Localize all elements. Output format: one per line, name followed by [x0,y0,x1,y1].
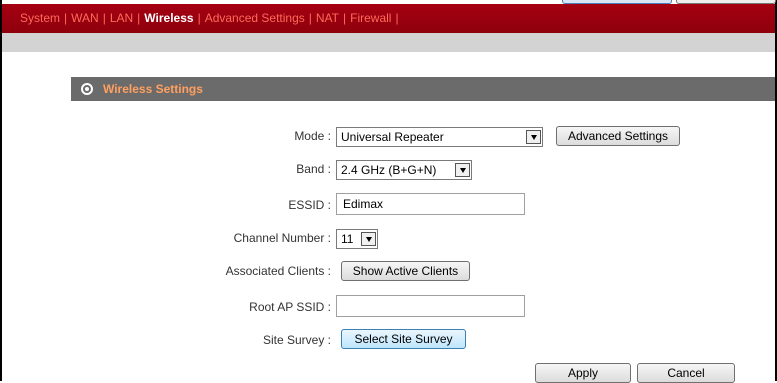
router-settings-page: System | WAN | LAN | Wireless | Advanced Setting… [0,0,777,383]
nav-separator: | [395,11,399,25]
root-ap-ssid-input[interactable] [336,295,525,317]
apply-button[interactable]: Apply [535,363,631,383]
essid-input[interactable]: Edimax [336,193,525,215]
essid-label: ESSID : [288,198,331,212]
band-select[interactable]: 2.4 GHz (B+G+N) [336,160,472,180]
nav-separator: | [64,11,68,25]
main-navigation: System | WAN | LAN | Wireless | Advanced Setting… [2,4,775,33]
nav-separator: | [308,11,312,25]
advanced-settings-button[interactable]: Advanced Settings [556,126,680,146]
channel-select[interactable]: 11 [336,229,378,249]
nav-item-nat[interactable]: NAT [316,11,339,25]
mode-select[interactable]: Universal Repeater [336,127,543,147]
chevron-down-icon[interactable] [361,232,376,246]
nav-item-firewall[interactable]: Firewall [350,11,391,25]
mode-select-value: Universal Repeater [341,130,444,144]
channel-select-value: 11 [341,232,354,246]
mode-label: Mode : [294,129,331,143]
nav-item-advanced-settings[interactable]: Advanced Settings [205,11,305,25]
nav-item-wan[interactable]: WAN [71,11,99,25]
root-ap-ssid-label: Root AP SSID : [249,300,331,314]
chevron-down-icon[interactable] [455,163,470,177]
band-label: Band : [296,162,331,176]
nav-item-lan[interactable]: LAN [110,11,133,25]
sub-navigation-bar [2,33,775,52]
associated-clients-label: Associated Clients : [225,264,331,278]
nav-separator: | [102,11,106,25]
cancel-button[interactable]: Cancel [637,363,735,383]
chevron-down-icon[interactable] [526,130,541,144]
show-active-clients-button[interactable]: Show Active Clients [341,261,470,281]
nav-separator: | [137,11,141,25]
section-title: Wireless Settings [103,82,203,96]
nav-separator: | [197,11,201,25]
wireless-settings-header: Wireless Settings [71,77,775,101]
radio-bullet-icon [81,83,93,95]
channel-number-label: Channel Number : [233,231,331,245]
select-site-survey-button[interactable]: Select Site Survey [341,329,466,349]
nav-separator: | [343,11,347,25]
page-left-border [0,0,2,381]
band-select-value: 2.4 GHz (B+G+N) [341,163,437,177]
nav-item-wireless[interactable]: Wireless [144,11,193,25]
nav-item-system[interactable]: System [20,11,60,25]
site-survey-label: Site Survey : [262,333,331,347]
